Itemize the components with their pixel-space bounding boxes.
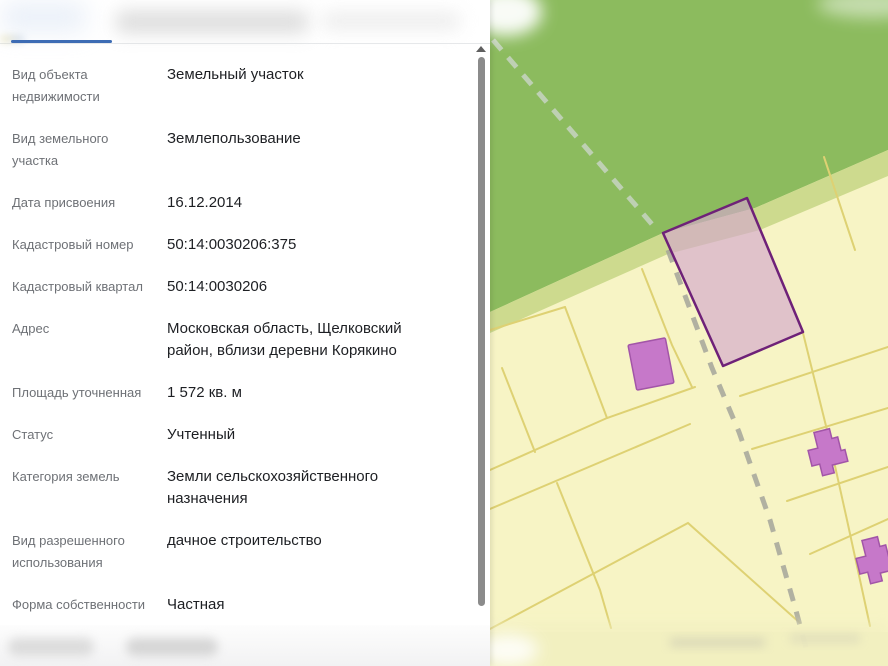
attribute-row: Форма собственности Частная: [12, 594, 474, 616]
attribute-label: Адрес: [12, 318, 167, 362]
attribute-value: Землепользование: [167, 128, 301, 172]
attribute-label: Вид разрешенного использования: [12, 530, 167, 574]
attribute-value: 50:14:0030206:375: [167, 234, 296, 256]
attribute-label: Кадастровый квартал: [12, 276, 167, 298]
attribute-label: Вид объекта недвижимости: [12, 64, 167, 108]
attribute-row: Дата присвоения 16.12.2014: [12, 192, 474, 214]
map-footer-blur: [490, 622, 888, 666]
attribute-label: Кадастровый номер: [12, 234, 167, 256]
attribute-row: Вид объекта недвижимости Земельный участ…: [12, 64, 474, 108]
panel-footer: [0, 625, 490, 666]
scrollbar-thumb[interactable]: [478, 57, 485, 606]
attribute-label: Площадь уточненная: [12, 382, 167, 404]
attribute-row: Статус Учтенный: [12, 424, 474, 446]
attribute-row: Адрес Московская область, Щелковский рай…: [12, 318, 474, 362]
attribute-label: Категория земель: [12, 466, 167, 510]
attribute-label: Дата присвоения: [12, 192, 167, 214]
footer-button-blurred-2[interactable]: [126, 638, 218, 656]
attribute-row: Площадь уточненная 1 572 кв. м: [12, 382, 474, 404]
tab-blurred-3[interactable]: [322, 13, 460, 29]
tab-blurred-2[interactable]: [116, 11, 308, 33]
attribute-value: дачное строительство: [167, 530, 322, 574]
attribute-label: Форма собственности: [12, 594, 167, 616]
footer-button-blurred-1[interactable]: [8, 638, 94, 656]
attribute-row: Категория земель Земли сельскохозяйствен…: [12, 466, 474, 510]
attribute-row: Вид разрешенного использования дачное ст…: [12, 530, 474, 574]
blurred-logo: [2, 2, 86, 32]
attribute-value: Московская область, Щелковский район, вб…: [167, 318, 427, 362]
attribute-value: Частная: [167, 594, 224, 616]
attribute-label: Вид земельного участка: [12, 128, 167, 172]
cadastral-map[interactable]: [490, 0, 888, 666]
attribute-value: 50:14:0030206: [167, 276, 267, 298]
attribute-list: Вид объекта недвижимости Земельный участ…: [0, 44, 474, 625]
attribute-value: Земли сельскохозяйственного назначения: [167, 466, 427, 510]
active-tab-indicator[interactable]: [11, 40, 112, 43]
attribute-row: Вид земельного участка Землепользование: [12, 128, 474, 172]
attribute-row: Кадастровый номер 50:14:0030206:375: [12, 234, 474, 256]
scrollbar-up-arrow-icon[interactable]: [476, 46, 486, 52]
attribute-value: 16.12.2014: [167, 192, 242, 214]
attribute-value: Учтенный: [167, 424, 235, 446]
attribute-value: Земельный участок: [167, 64, 304, 108]
attribute-row: Кадастровый квартал 50:14:0030206: [12, 276, 474, 298]
attribute-value: 1 572 кв. м: [167, 382, 242, 404]
object-card-panel: Вид объекта недвижимости Земельный участ…: [0, 0, 490, 666]
attribute-label: Статус: [12, 424, 167, 446]
tab-bar: [0, 0, 490, 44]
map-building-1: [628, 338, 674, 390]
